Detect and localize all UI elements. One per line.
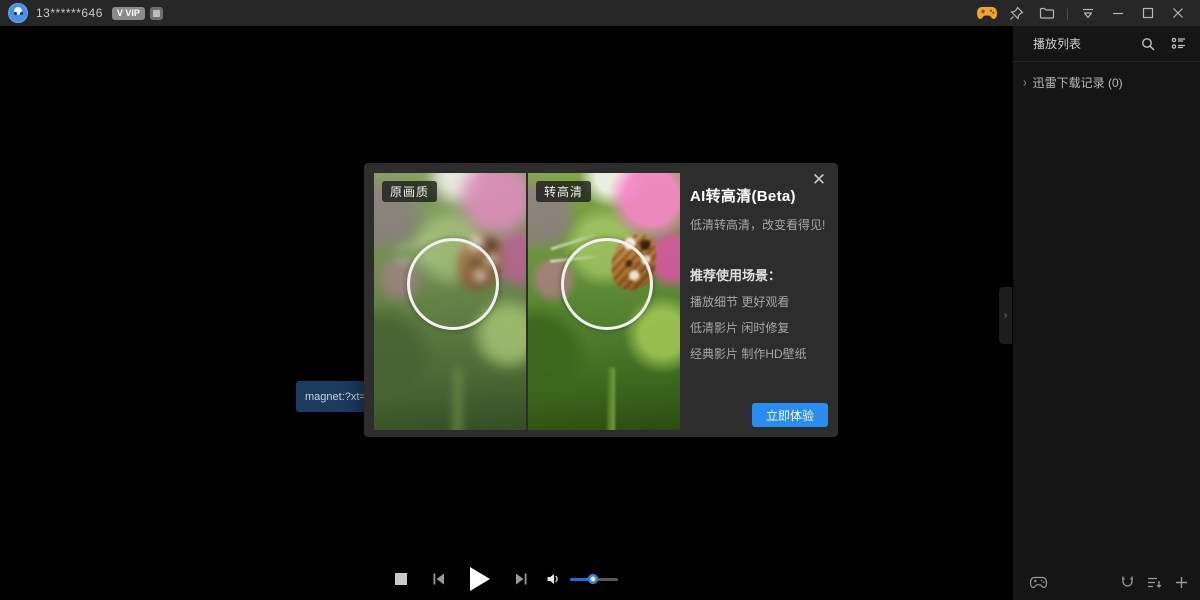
- username-label: 13******646: [36, 6, 103, 20]
- volume-slider[interactable]: [570, 578, 618, 581]
- vip-badge: V VIP: [112, 7, 145, 20]
- user-avatar[interactable]: [8, 3, 28, 23]
- original-label: 原画质: [382, 181, 437, 202]
- sort-order-icon[interactable]: [1147, 576, 1162, 589]
- main-menu-icon[interactable]: [1076, 2, 1100, 24]
- scenarios-heading: 推荐使用场景：: [690, 265, 828, 284]
- speaker-icon[interactable]: [546, 572, 561, 586]
- playlist-settings-icon[interactable]: [1171, 37, 1186, 50]
- dialog-text-column: AI转高清(Beta) 低清转高清，改变看得见! 推荐使用场景： 播放细节 更好…: [690, 185, 828, 362]
- dialog-title: AI转高清(Beta): [690, 185, 828, 206]
- titlebar: 13******646 V VIP |: [0, 0, 1200, 26]
- playlist-header: 播放列表: [1013, 26, 1200, 62]
- scenario-line: 低清影片 闲时修复: [690, 319, 828, 336]
- magnifier-ring: [561, 238, 653, 330]
- open-folder-icon[interactable]: [1035, 2, 1059, 24]
- volume-control: [546, 572, 618, 586]
- enhanced-label: 转高清: [536, 181, 591, 202]
- chevron-right-icon: ›: [1023, 75, 1027, 89]
- game-center-icon[interactable]: [975, 2, 999, 24]
- scenario-line: 经典影片 制作HD壁纸: [690, 345, 828, 362]
- titlebar-separator: |: [1065, 6, 1070, 20]
- ai-hd-dialog: ✕ 原画质: [364, 163, 838, 437]
- magnet-link-icon[interactable]: [1121, 575, 1134, 589]
- magnet-url-text: magnet:?xt=u: [305, 391, 372, 403]
- enhanced-quality-image: 转高清: [528, 173, 680, 430]
- magnifier-ring: [407, 238, 499, 330]
- player-controls: [0, 558, 1012, 600]
- search-icon[interactable]: [1141, 37, 1155, 51]
- playlist-sidebar: 播放列表 › 迅雷下载记录 (0): [1012, 26, 1200, 600]
- chevron-right-icon: ›: [1004, 310, 1007, 321]
- play-button[interactable]: [470, 567, 490, 591]
- game-mode-icon[interactable]: [1029, 576, 1048, 589]
- maximize-button[interactable]: [1136, 2, 1160, 24]
- dialog-subtitle: 低清转高清，改变看得见!: [690, 216, 828, 233]
- volume-knob[interactable]: [588, 574, 598, 584]
- minimize-button[interactable]: [1106, 2, 1130, 24]
- scenario-line: 播放细节 更好观看: [690, 293, 828, 310]
- sidebar-collapse-handle[interactable]: ›: [999, 287, 1012, 344]
- playlist-title: 播放列表: [1033, 35, 1125, 52]
- pin-window-icon[interactable]: [1005, 2, 1029, 24]
- add-to-playlist-icon[interactable]: [1175, 576, 1188, 589]
- comparison-previews: 原画质 转高清: [374, 173, 680, 430]
- stop-button[interactable]: [395, 573, 407, 585]
- previous-button[interactable]: [432, 572, 446, 586]
- original-quality-image: 原画质: [374, 173, 526, 430]
- download-record-item[interactable]: › 迅雷下载记录 (0): [1013, 62, 1200, 103]
- sidebar-footer: [1013, 570, 1200, 600]
- try-now-button[interactable]: 立即体验: [752, 403, 828, 427]
- next-button[interactable]: [514, 572, 528, 586]
- member-grade-badge-icon: [150, 7, 163, 20]
- titlebar-actions: |: [975, 2, 1200, 24]
- download-record-label: 迅雷下载记录 (0): [1033, 74, 1123, 91]
- close-button[interactable]: [1166, 2, 1190, 24]
- app-window: 13******646 V VIP |: [0, 0, 1200, 600]
